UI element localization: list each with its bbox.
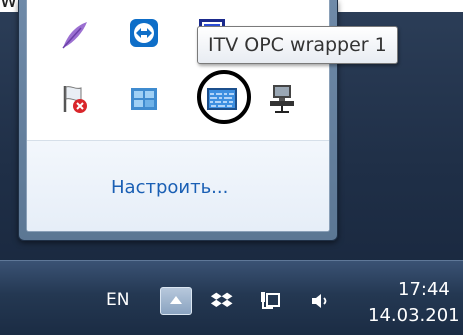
grid-app-icon[interactable] <box>127 82 161 116</box>
clock-date[interactable]: 14.03.201 <box>368 305 460 326</box>
highlight-circle <box>197 70 251 124</box>
tray-icon-area <box>27 0 329 140</box>
clock-time[interactable]: 17:44 <box>398 279 450 300</box>
dropbox-icon[interactable] <box>210 289 234 313</box>
customize-link[interactable]: Настроить... <box>111 177 228 198</box>
volume-icon[interactable] <box>308 289 332 313</box>
taskbar: EN 17:44 14.03.201 <box>0 260 463 335</box>
tooltip: ITV OPC wrapper 1 <box>197 26 398 64</box>
network-computer-icon[interactable] <box>265 82 299 116</box>
feather-icon[interactable] <box>57 18 91 52</box>
show-hidden-icons-button[interactable] <box>160 287 192 315</box>
network-icon[interactable] <box>258 289 282 313</box>
customize-link-area: Настроить... <box>27 141 329 231</box>
flag-error-icon[interactable] <box>57 82 91 116</box>
chevron-up-icon <box>170 296 182 304</box>
language-indicator[interactable]: EN <box>106 290 129 310</box>
teamviewer-icon[interactable] <box>127 16 161 50</box>
